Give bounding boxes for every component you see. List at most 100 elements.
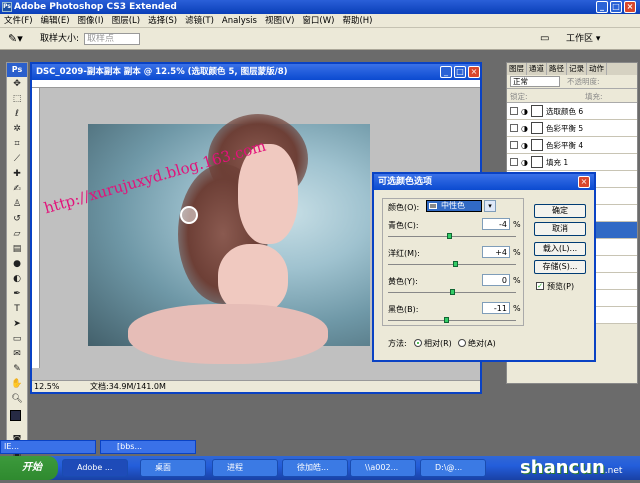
slider-value-input[interactable]: +4: [482, 246, 510, 258]
blur-tool-icon[interactable]: ●: [7, 257, 27, 272]
move-tool-icon[interactable]: ✥: [7, 77, 27, 92]
method-absolute-radio[interactable]: [458, 339, 466, 347]
layer-row[interactable]: ◑ 填充 1: [507, 154, 637, 171]
panel-tab[interactable]: 动作: [587, 63, 607, 75]
menu-item[interactable]: 图层(L): [108, 14, 144, 27]
path-select-icon[interactable]: ➤: [7, 317, 27, 332]
eyedropper-tool-icon[interactable]: ✎: [7, 362, 27, 377]
menu-item[interactable]: 视图(V): [261, 14, 298, 27]
visibility-eye-icon[interactable]: [510, 124, 518, 132]
ok-button[interactable]: 确定: [534, 204, 586, 218]
taskbar-button[interactable]: D:\@...: [420, 459, 486, 477]
method-absolute-label[interactable]: 绝对(A): [468, 338, 496, 349]
layer-mask-thumbnail[interactable]: [530, 139, 543, 151]
notes-tool-icon[interactable]: ✉: [7, 347, 27, 362]
marquee-tool-icon[interactable]: ⬚: [7, 92, 27, 107]
layer-mask-thumbnail[interactable]: [530, 156, 543, 168]
layer-row[interactable]: ◑ 选取颜色 6: [507, 103, 637, 120]
slider-thumb[interactable]: [444, 317, 449, 323]
panel-tab[interactable]: 记录: [567, 63, 587, 75]
load-button[interactable]: 载入(L)...: [534, 242, 586, 256]
history-brush-icon[interactable]: ↺: [7, 212, 27, 227]
photo-canvas[interactable]: [88, 114, 370, 364]
colors-dropdown-arrow-icon[interactable]: ▾: [484, 200, 496, 212]
close-icon[interactable]: ×: [624, 1, 636, 13]
type-tool-icon[interactable]: T: [7, 302, 27, 317]
colors-label: 颜色(O):: [388, 203, 420, 212]
taskbar-button[interactable]: 桌面: [140, 459, 206, 477]
preview-label[interactable]: 预览(P): [547, 281, 574, 292]
zoom-tool-icon[interactable]: 🔍︎: [7, 392, 27, 407]
pen-tool-icon[interactable]: ✒: [7, 287, 27, 302]
maximize-icon[interactable]: □: [610, 1, 622, 13]
visibility-eye-icon[interactable]: [510, 158, 518, 166]
menu-item[interactable]: 选择(S): [144, 14, 181, 27]
doc-close-icon[interactable]: ×: [468, 66, 480, 78]
dialog-close-icon[interactable]: ×: [578, 176, 590, 188]
menu-item[interactable]: 编辑(E): [37, 14, 74, 27]
panel-tab[interactable]: 通道: [527, 63, 547, 75]
minimized-window-1[interactable]: IE...: [0, 440, 96, 454]
panel-tab[interactable]: 路径: [547, 63, 567, 75]
slider-thumb[interactable]: [447, 233, 452, 239]
eraser-tool-icon[interactable]: ▱: [7, 227, 27, 242]
slider-value-input[interactable]: -4: [482, 218, 510, 230]
healing-brush-icon[interactable]: ✚: [7, 167, 27, 182]
slider-thumb[interactable]: [450, 289, 455, 295]
slider-track[interactable]: [388, 236, 516, 237]
slice-tool-icon[interactable]: ⟋: [7, 152, 27, 167]
document-info[interactable]: 文档:34.9M/141.0M: [90, 381, 166, 393]
taskbar-button[interactable]: \\a002...: [350, 459, 416, 477]
clone-stamp-icon[interactable]: ♙: [7, 197, 27, 212]
menu-item[interactable]: 滤镜(T): [181, 14, 218, 27]
layer-mask-thumbnail[interactable]: [530, 105, 543, 117]
slider-value-input[interactable]: -11: [482, 302, 510, 314]
layer-row[interactable]: ◑ 色彩平衡 5: [507, 120, 637, 137]
doc-minimize-icon[interactable]: _: [440, 66, 452, 78]
start-button[interactable]: 开始: [0, 456, 58, 480]
shape-tool-icon[interactable]: ▭: [7, 332, 27, 347]
sample-size-select[interactable]: 取样点: [84, 33, 140, 45]
taskbar-button[interactable]: 徐加皓...: [282, 459, 348, 477]
taskbar-button[interactable]: 进程: [212, 459, 278, 477]
slider-track[interactable]: [388, 320, 516, 321]
minimize-icon[interactable]: _: [596, 1, 608, 13]
workspace-button[interactable]: 工作区 ▾: [566, 28, 600, 50]
eyedropper-icon[interactable]: ✎▾: [8, 28, 23, 50]
crop-tool-icon[interactable]: ⌗: [7, 137, 27, 152]
cancel-button[interactable]: 取消: [534, 222, 586, 236]
dodge-tool-icon[interactable]: ◐: [7, 272, 27, 287]
brush-tool-icon[interactable]: ✍: [7, 182, 27, 197]
menu-item[interactable]: 文件(F): [0, 14, 37, 27]
doc-maximize-icon[interactable]: □: [454, 66, 466, 78]
menu-item[interactable]: 帮助(H): [338, 14, 376, 27]
panel-tab[interactable]: 图层: [507, 63, 527, 75]
color-swatches[interactable]: [7, 407, 27, 433]
slider-track[interactable]: [388, 264, 516, 265]
menu-item[interactable]: 图像(I): [74, 14, 108, 27]
magic-wand-icon[interactable]: ✲: [7, 122, 27, 137]
menu-item[interactable]: 窗口(W): [298, 14, 338, 27]
layer-row[interactable]: ◑ 色彩平衡 4: [507, 137, 637, 154]
taskbar-button[interactable]: Adobe ...: [62, 459, 128, 477]
print-icon[interactable]: ▭: [540, 28, 549, 50]
method-relative-label[interactable]: 相对(R): [424, 338, 452, 349]
gradient-tool-icon[interactable]: ▤: [7, 242, 27, 257]
slider-value-input[interactable]: 0: [482, 274, 510, 286]
hand-tool-icon[interactable]: ✋: [7, 377, 27, 392]
method-relative-radio[interactable]: [414, 339, 422, 347]
visibility-eye-icon[interactable]: [510, 107, 518, 115]
blend-mode-select[interactable]: 正常: [510, 76, 560, 87]
visibility-eye-icon[interactable]: [510, 141, 518, 149]
menu-item[interactable]: Analysis: [218, 14, 261, 27]
zoom-readout[interactable]: 12.5%: [32, 382, 59, 391]
app-title: Adobe Photoshop CS3 Extended: [14, 2, 177, 12]
preview-checkbox[interactable]: ✓: [536, 282, 544, 290]
slider-thumb[interactable]: [453, 261, 458, 267]
save-button[interactable]: 存储(S)...: [534, 260, 586, 274]
minimized-window-2[interactable]: [bbs...: [100, 440, 196, 454]
minimized-window-2-label: [bbs...: [117, 442, 143, 451]
layer-mask-thumbnail[interactable]: [530, 122, 543, 134]
lasso-tool-icon[interactable]: ℓ: [7, 107, 27, 122]
lock-row: 锁定: 填充:: [507, 89, 637, 103]
